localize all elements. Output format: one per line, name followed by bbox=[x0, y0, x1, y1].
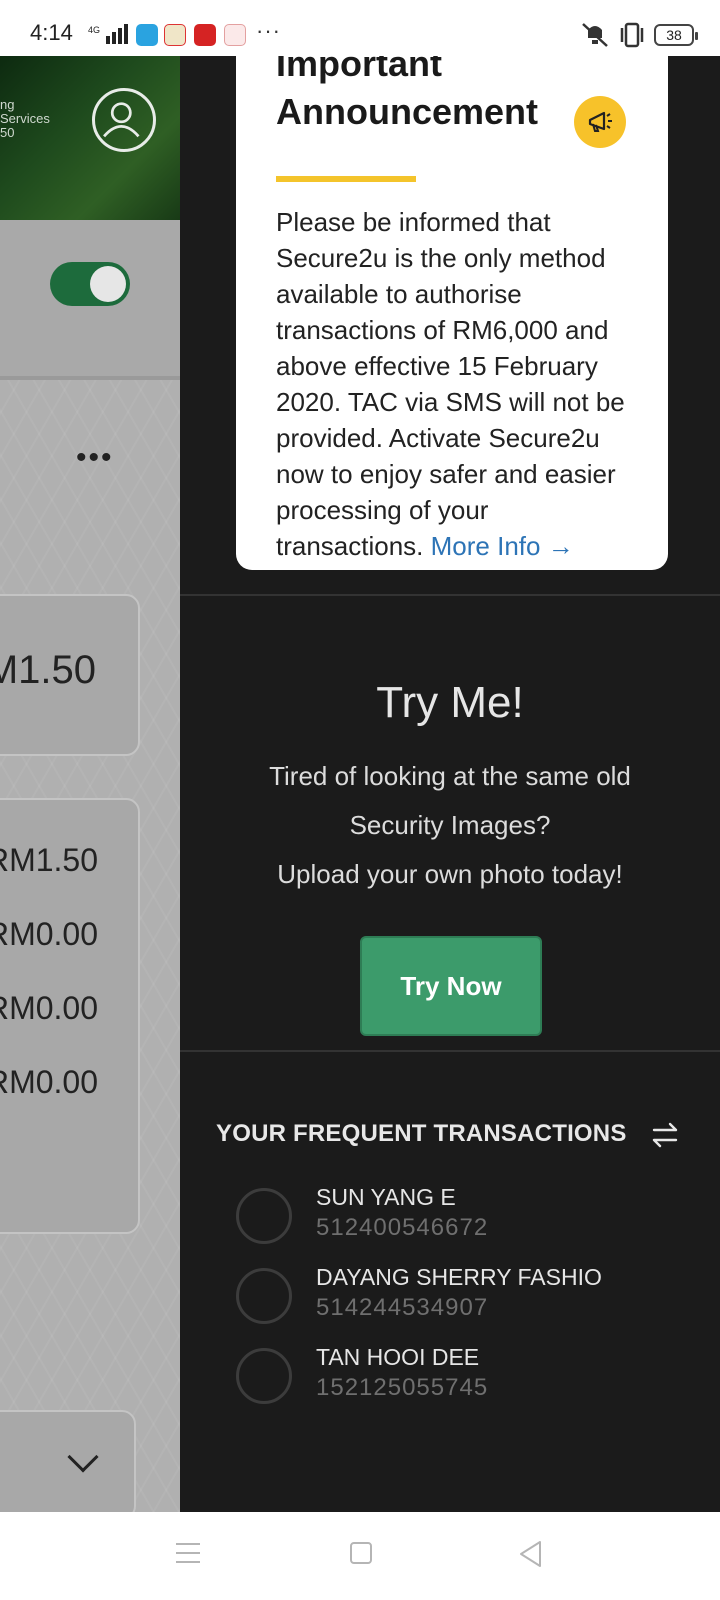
more-notifications-icon: ··· bbox=[256, 18, 281, 43]
background-app-panel[interactable]: ng Services 50 ••• M1.50 RM1.50 RM0.00 R… bbox=[0, 56, 180, 1512]
app-notification-icon bbox=[164, 24, 186, 46]
chevron-down-icon bbox=[67, 1441, 99, 1473]
balance-row: RM0.00 bbox=[0, 990, 98, 1026]
accounts-area: ••• M1.50 RM1.50 RM0.00 RM0.00 RM0.00 bbox=[0, 380, 180, 1512]
account-balance: M1.50 bbox=[0, 648, 96, 692]
divider bbox=[180, 1050, 720, 1052]
payee-avatar-icon bbox=[236, 1188, 292, 1244]
megaphone-icon bbox=[574, 96, 626, 148]
profile-avatar-icon[interactable] bbox=[92, 88, 156, 152]
try-me-description: Tired of looking at the same old Securit… bbox=[269, 761, 631, 889]
payee-name: DAYANG SHERRY FASHIO bbox=[316, 1264, 602, 1290]
balance-row: RM0.00 bbox=[0, 1064, 98, 1100]
vibrate-icon bbox=[620, 22, 644, 48]
payee-account: 514244534907 bbox=[316, 1294, 489, 1321]
account-card[interactable]: M1.50 bbox=[0, 594, 140, 756]
try-me-title: Try Me! bbox=[376, 678, 524, 727]
announcement-text: Please be informed that Secure2u is the … bbox=[276, 207, 625, 561]
swap-icon[interactable] bbox=[650, 1120, 680, 1150]
network-type: 4G bbox=[88, 25, 100, 35]
payee-account: 152125055745 bbox=[316, 1374, 489, 1401]
battery-icon: 38 bbox=[654, 24, 698, 46]
back-icon[interactable] bbox=[518, 1540, 544, 1568]
payee-avatar-icon bbox=[236, 1348, 292, 1404]
balance-row: RM0.00 bbox=[0, 916, 98, 952]
more-info-link[interactable]: More Info → bbox=[431, 531, 574, 561]
system-nav-bar bbox=[0, 1512, 720, 1600]
frequent-transactions-title: YOUR FREQUENT TRANSACTIONS bbox=[216, 1120, 627, 1147]
balance-row: RM1.50 bbox=[0, 842, 98, 878]
hero-banner: ng Services 50 bbox=[0, 56, 180, 220]
frequent-transaction-item[interactable]: SUN YANG E 512400546672 bbox=[236, 1184, 696, 1254]
app-notification-icon bbox=[224, 24, 246, 46]
balance-toggle[interactable] bbox=[50, 262, 130, 306]
frequent-transaction-item[interactable]: TAN HOOI DEE 152125055745 bbox=[236, 1344, 696, 1414]
home-icon[interactable] bbox=[350, 1542, 372, 1564]
balance-breakdown-card[interactable]: RM1.50 RM0.00 RM0.00 RM0.00 bbox=[0, 798, 140, 1234]
telegram-icon bbox=[136, 24, 158, 46]
announcement-body: Please be informed that Secure2u is the … bbox=[276, 204, 636, 564]
announcement-title: Important Announcement bbox=[276, 56, 539, 132]
title-underline bbox=[276, 176, 416, 182]
news-app-icon bbox=[194, 24, 216, 46]
dropdown-card[interactable] bbox=[0, 1410, 136, 1512]
toggle-section bbox=[0, 220, 180, 380]
side-drawer: Important Announcement Please be informe… bbox=[180, 56, 720, 1512]
vibrate-off-icon bbox=[582, 23, 608, 47]
toggle-knob bbox=[90, 266, 126, 302]
signal-icon: 4G bbox=[88, 24, 128, 44]
payee-name: TAN HOOI DEE bbox=[316, 1344, 480, 1370]
status-bar: 4:14 4G ··· 38 bbox=[0, 0, 720, 56]
announcement-card: Important Announcement Please be informe… bbox=[236, 56, 668, 570]
status-time: 4:14 bbox=[30, 20, 73, 45]
divider bbox=[180, 594, 720, 596]
payee-name: SUN YANG E bbox=[316, 1184, 456, 1210]
payee-account: 512400546672 bbox=[316, 1214, 489, 1241]
hero-text: ng Services 50 bbox=[0, 97, 50, 140]
menu-icon[interactable] bbox=[176, 1542, 200, 1564]
payee-avatar-icon bbox=[236, 1268, 292, 1324]
battery-level: 38 bbox=[666, 27, 682, 43]
more-options-icon[interactable]: ••• bbox=[76, 443, 114, 473]
try-now-button[interactable]: Try Now bbox=[360, 936, 542, 1036]
frequent-transaction-item[interactable]: DAYANG SHERRY FASHIO 514244534907 bbox=[236, 1264, 696, 1334]
